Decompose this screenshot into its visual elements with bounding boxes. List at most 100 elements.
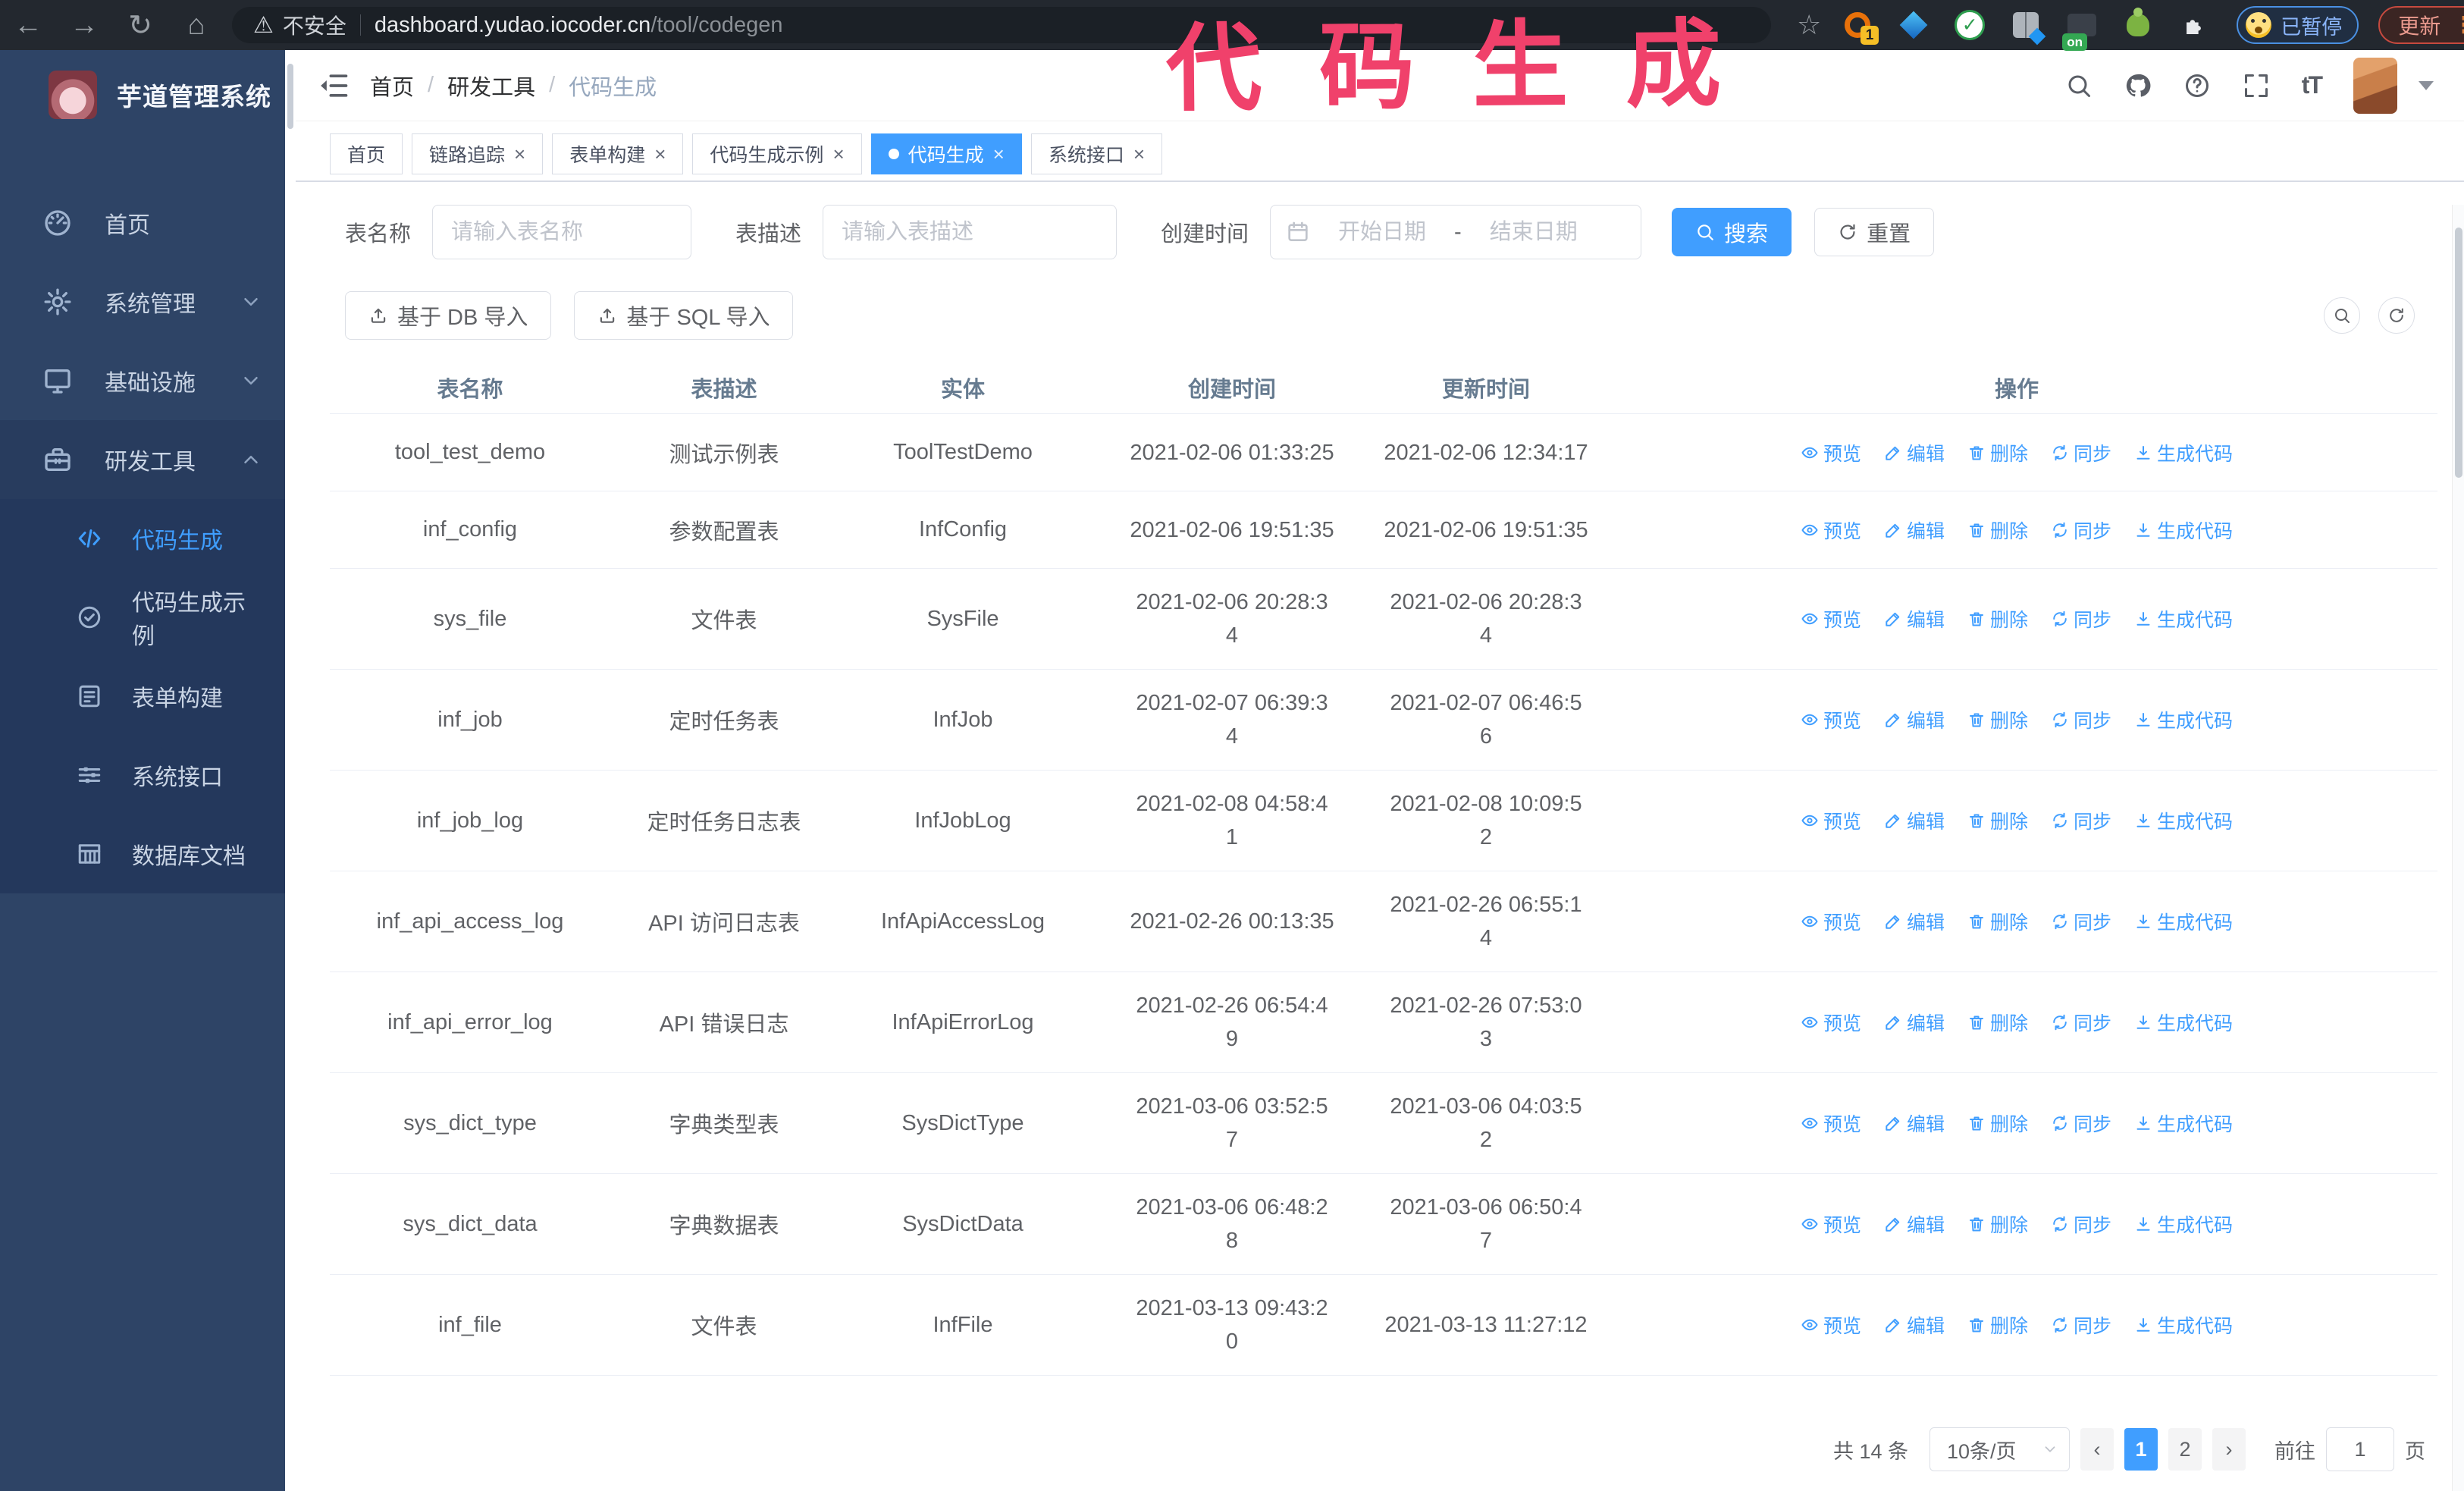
end-date-input[interactable]: [1469, 219, 1598, 245]
extensions-puzzle-icon[interactable]: [2177, 8, 2211, 42]
action-edit[interactable]: 编辑: [1884, 807, 1945, 834]
import-sql-button[interactable]: 基于 SQL 导入: [574, 291, 794, 340]
action-edit[interactable]: 编辑: [1884, 908, 1945, 935]
page-scrollbar[interactable]: [2452, 205, 2464, 1491]
action-edit[interactable]: 编辑: [1884, 516, 1945, 544]
refresh-table-button[interactable]: [2378, 297, 2415, 334]
action-sync[interactable]: 同步: [2051, 706, 2111, 733]
action-delete[interactable]: 删除: [1967, 807, 2028, 834]
help-icon[interactable]: [2183, 72, 2211, 99]
action-edit[interactable]: 编辑: [1884, 1210, 1945, 1238]
fullscreen-icon[interactable]: [2243, 72, 2270, 99]
action-edit[interactable]: 编辑: [1884, 706, 1945, 733]
action-generate-code[interactable]: 生成代码: [2134, 1210, 2233, 1238]
search-button[interactable]: 搜索: [1672, 208, 1792, 256]
action-preview[interactable]: 预览: [1801, 516, 1861, 544]
action-sync[interactable]: 同步: [2051, 1311, 2111, 1339]
tab-系统接口[interactable]: 系统接口 ×: [1030, 133, 1163, 174]
action-preview[interactable]: 预览: [1801, 908, 1861, 935]
sidebar-item-infra[interactable]: 基础设施: [0, 341, 296, 420]
action-sync[interactable]: 同步: [2051, 1110, 2111, 1137]
sidebar-fold-icon[interactable]: [317, 69, 350, 102]
extension-icon[interactable]: [2009, 8, 2042, 42]
tab-代码生成示例[interactable]: 代码生成示例 ×: [692, 133, 862, 174]
action-sync[interactable]: 同步: [2051, 516, 2111, 544]
scrollbar-thumb[interactable]: [2455, 228, 2462, 478]
sidebar-item-devtools[interactable]: 研发工具: [0, 420, 296, 499]
table-name-input[interactable]: [432, 205, 692, 259]
forward-icon[interactable]: →: [56, 9, 112, 42]
action-delete[interactable]: 删除: [1967, 1210, 2028, 1238]
home-icon[interactable]: ⌂: [168, 9, 224, 42]
action-edit[interactable]: 编辑: [1884, 1009, 1945, 1036]
action-preview[interactable]: 预览: [1801, 1009, 1861, 1036]
action-preview[interactable]: 预览: [1801, 1311, 1861, 1339]
action-preview[interactable]: 预览: [1801, 439, 1861, 466]
action-delete[interactable]: 删除: [1967, 516, 2028, 544]
tab-表单构建[interactable]: 表单构建 ×: [552, 133, 684, 174]
extension-icon[interactable]: on: [2062, 8, 2099, 51]
action-preview[interactable]: 预览: [1801, 605, 1861, 632]
tab-代码生成[interactable]: 代码生成 ×: [870, 133, 1022, 174]
start-date-input[interactable]: [1318, 219, 1447, 245]
action-sync[interactable]: 同步: [2051, 605, 2111, 632]
action-preview[interactable]: 预览: [1801, 1110, 1861, 1137]
tab-close-icon[interactable]: ×: [993, 144, 1005, 164]
date-range-picker[interactable]: -: [1270, 205, 1642, 259]
reload-icon[interactable]: ↻: [112, 8, 168, 42]
action-generate-code[interactable]: 生成代码: [2134, 706, 2233, 733]
action-generate-code[interactable]: 生成代码: [2134, 1009, 2233, 1036]
page-size-select[interactable]: 10条/页: [1930, 1427, 2070, 1471]
toggle-search-button[interactable]: [2324, 297, 2360, 334]
sidebar-item-codegen[interactable]: 代码生成: [0, 499, 296, 578]
action-preview[interactable]: 预览: [1801, 807, 1861, 834]
search-icon[interactable]: [2065, 72, 2093, 99]
import-db-button[interactable]: 基于 DB 导入: [345, 291, 552, 340]
sidebar-item-system[interactable]: 系统管理: [0, 262, 296, 341]
paused-pill[interactable]: 已暂停: [2237, 6, 2359, 44]
action-edit[interactable]: 编辑: [1884, 439, 1945, 466]
action-delete[interactable]: 删除: [1967, 1110, 2028, 1137]
action-generate-code[interactable]: 生成代码: [2134, 516, 2233, 544]
action-edit[interactable]: 编辑: [1884, 605, 1945, 632]
action-generate-code[interactable]: 生成代码: [2134, 439, 2233, 466]
font-size-icon[interactable]: tT: [2302, 71, 2323, 99]
extension-icon[interactable]: 1: [1841, 8, 1879, 45]
action-sync[interactable]: 同步: [2051, 908, 2111, 935]
sidebar-scrollbar[interactable]: [285, 50, 296, 1491]
action-delete[interactable]: 删除: [1967, 706, 2028, 733]
page-button-1[interactable]: 1: [2124, 1428, 2158, 1471]
tab-close-icon[interactable]: ×: [654, 144, 666, 164]
action-delete[interactable]: 删除: [1967, 1311, 2028, 1339]
action-generate-code[interactable]: 生成代码: [2134, 1311, 2233, 1339]
breadcrumb-home[interactable]: 首页: [370, 70, 414, 102]
action-sync[interactable]: 同步: [2051, 1210, 2111, 1238]
breadcrumb-devtools[interactable]: 研发工具: [447, 70, 535, 102]
address-bar[interactable]: ⚠ 不安全 dashboard.yudao.iocoder.cn /tool/c…: [232, 7, 1771, 43]
action-delete[interactable]: 删除: [1967, 1009, 2028, 1036]
sidebar-item-codegen-example[interactable]: 代码生成示例: [0, 578, 296, 657]
action-generate-code[interactable]: 生成代码: [2134, 605, 2233, 632]
action-sync[interactable]: 同步: [2051, 439, 2111, 466]
extension-icon[interactable]: [2121, 8, 2155, 42]
scrollbar-thumb[interactable]: [287, 64, 293, 129]
goto-page-input[interactable]: [2326, 1427, 2394, 1471]
extension-icon[interactable]: ✓: [1953, 8, 1986, 42]
github-icon[interactable]: [2124, 72, 2152, 99]
overflow-menu-icon[interactable]: ⋮: [2453, 12, 2464, 39]
tab-close-icon[interactable]: ×: [1133, 144, 1145, 164]
action-delete[interactable]: 删除: [1967, 605, 2028, 632]
extension-icon[interactable]: [1897, 8, 1930, 42]
action-generate-code[interactable]: 生成代码: [2134, 908, 2233, 935]
next-page-button[interactable]: ›: [2212, 1428, 2246, 1471]
bookmark-star-icon[interactable]: ☆: [1797, 9, 1821, 41]
tab-链路追踪[interactable]: 链路追踪 ×: [412, 133, 544, 174]
page-button-2[interactable]: 2: [2168, 1428, 2202, 1471]
update-button[interactable]: 更新 ⋮: [2378, 6, 2464, 44]
sidebar-item-home[interactable]: 首页: [0, 184, 296, 262]
action-delete[interactable]: 删除: [1967, 439, 2028, 466]
action-edit[interactable]: 编辑: [1884, 1311, 1945, 1339]
avatar-caret-icon[interactable]: [2419, 80, 2434, 90]
back-icon[interactable]: ←: [0, 9, 56, 42]
action-generate-code[interactable]: 生成代码: [2134, 1110, 2233, 1137]
